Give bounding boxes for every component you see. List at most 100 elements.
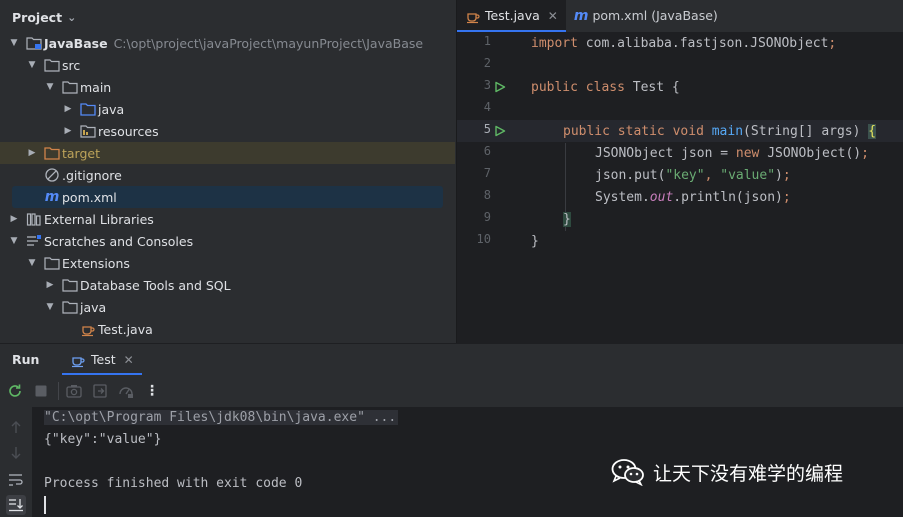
code-token: void bbox=[672, 124, 704, 139]
console-line-exit: Process finished with exit code 0 bbox=[44, 476, 303, 491]
code-token: "key" bbox=[665, 168, 705, 183]
chevron-right-icon[interactable]: ▶ bbox=[26, 142, 38, 164]
arrow-down-icon[interactable] bbox=[6, 443, 26, 463]
code-token: public bbox=[563, 124, 610, 139]
module-folder-icon bbox=[26, 35, 42, 51]
run-tab-label: Test bbox=[91, 352, 116, 367]
line-number: 10 bbox=[476, 232, 491, 246]
tree-node-label: JavaBase bbox=[44, 35, 108, 51]
tree-node-database-tools[interactable]: ▶ Database Tools and SQL bbox=[0, 274, 455, 296]
chevron-down-icon[interactable]: ▼ bbox=[8, 230, 20, 252]
editor-tab-test-java[interactable]: Test.java ✕ bbox=[457, 0, 566, 32]
tree-node-pom-xml[interactable]: m pom.xml bbox=[12, 186, 443, 208]
code-token: com.alibaba.fastjson.JSONObject bbox=[577, 36, 829, 51]
code-token: new bbox=[735, 146, 760, 161]
line-number: 5 bbox=[483, 122, 491, 136]
profiler-icon[interactable] bbox=[115, 380, 137, 402]
camera-icon[interactable] bbox=[63, 380, 85, 402]
line-number: 1 bbox=[483, 34, 491, 48]
code-token: ; bbox=[828, 36, 837, 51]
code-token: System. bbox=[595, 190, 650, 205]
code-area[interactable]: import com.alibaba.fastjson.JSONObject; … bbox=[531, 33, 903, 343]
tree-node-label: java bbox=[80, 299, 107, 315]
rerun-icon[interactable] bbox=[4, 380, 26, 402]
project-view-selector[interactable]: Project ⌄ bbox=[0, 0, 455, 34]
line-number: 2 bbox=[483, 56, 491, 70]
code-token: Test { bbox=[624, 80, 680, 95]
code-token: public bbox=[531, 80, 578, 95]
run-main-icon[interactable] bbox=[494, 125, 506, 137]
source-folder-icon bbox=[80, 101, 96, 117]
code-token: } bbox=[531, 234, 539, 249]
close-icon[interactable]: ✕ bbox=[124, 353, 134, 367]
close-icon[interactable]: ✕ bbox=[548, 9, 558, 23]
chevron-down-icon[interactable]: ▼ bbox=[44, 296, 56, 318]
chevron-down-icon: ⌄ bbox=[67, 10, 77, 24]
code-token: import bbox=[531, 36, 578, 51]
code-line-10: } bbox=[531, 231, 539, 253]
run-tab-test[interactable]: Test ✕ bbox=[62, 344, 142, 375]
run-side-toolbar bbox=[0, 407, 32, 517]
code-token: json.put( bbox=[595, 168, 666, 183]
tree-node-label: main bbox=[80, 79, 112, 95]
run-class-icon[interactable] bbox=[494, 81, 506, 93]
stop-icon[interactable] bbox=[30, 380, 52, 402]
code-line-8: System.out.println(json); bbox=[595, 187, 791, 209]
code-token: JSONObject json = bbox=[595, 146, 736, 161]
chevron-down-icon[interactable]: ▼ bbox=[8, 32, 20, 54]
code-token: ; bbox=[861, 146, 869, 161]
tree-node-scratches[interactable]: ▼ Scratches and Consoles bbox=[0, 230, 455, 252]
code-token: } bbox=[563, 212, 571, 227]
code-token: (String[] args) bbox=[743, 124, 869, 139]
code-token: out bbox=[649, 190, 674, 205]
tab-label: Test.java bbox=[485, 8, 540, 23]
tree-node-gitignore[interactable]: .gitignore bbox=[0, 164, 455, 186]
code-line-3: public class Test { bbox=[531, 77, 680, 99]
restore-layout-icon[interactable] bbox=[89, 380, 111, 402]
code-line-1: import com.alibaba.fastjson.JSONObject; bbox=[531, 33, 836, 55]
code-token: JSONObject() bbox=[759, 146, 862, 161]
tree-node-label: Extensions bbox=[62, 255, 130, 271]
chevron-right-icon[interactable]: ▶ bbox=[62, 120, 74, 142]
watermark: 让天下没有难学的编程 bbox=[611, 458, 843, 486]
run-tool-window: Run Test ✕ ⋮ "C:\opt\Program Files\jdk08… bbox=[0, 343, 903, 517]
java-file-icon bbox=[80, 321, 96, 337]
folder-icon bbox=[62, 79, 78, 95]
code-token: ; bbox=[782, 190, 791, 205]
tree-node-java-extension[interactable]: ▼ java bbox=[0, 296, 455, 318]
chevron-right-icon[interactable]: ▶ bbox=[62, 98, 74, 120]
tab-label: pom.xml (JavaBase) bbox=[592, 8, 718, 23]
more-options-icon[interactable]: ⋮ bbox=[141, 380, 163, 402]
code-token: .println(json) bbox=[673, 190, 783, 205]
console-caret bbox=[44, 496, 46, 514]
line-number: 6 bbox=[483, 144, 491, 158]
chevron-down-icon[interactable]: ▼ bbox=[26, 54, 38, 76]
chevron-down-icon[interactable]: ▼ bbox=[44, 76, 56, 98]
tree-node-main[interactable]: ▼ main bbox=[0, 76, 455, 98]
folder-icon bbox=[62, 277, 78, 293]
tree-node-src[interactable]: ▼ src bbox=[0, 54, 455, 76]
console-command[interactable]: "C:\opt\Program Files\jdk08\bin\java.exe… bbox=[44, 410, 399, 425]
chevron-right-icon[interactable]: ▶ bbox=[8, 208, 20, 230]
wechat-icon bbox=[611, 458, 645, 486]
tree-node-extensions[interactable]: ▼ Extensions bbox=[0, 252, 455, 274]
scroll-to-end-icon[interactable] bbox=[6, 495, 26, 515]
tree-node-javabase[interactable]: ▼ JavaBase C:\opt\project\javaProject\ma… bbox=[0, 32, 455, 54]
code-token: main bbox=[711, 124, 744, 139]
tree-node-target[interactable]: ▶ target bbox=[0, 142, 455, 164]
tree-node-test-java[interactable]: Test.java bbox=[0, 318, 455, 340]
chevron-down-icon[interactable]: ▼ bbox=[26, 252, 38, 274]
editor-tab-pom-xml[interactable]: m pom.xml (JavaBase) bbox=[566, 0, 726, 32]
arrow-up-icon[interactable] bbox=[6, 417, 26, 437]
tree-node-label: .gitignore bbox=[62, 167, 122, 183]
soft-wrap-icon[interactable] bbox=[6, 470, 26, 490]
chevron-right-icon[interactable]: ▶ bbox=[44, 274, 56, 296]
tree-node-resources[interactable]: ▶ resources bbox=[0, 120, 455, 142]
watermark-text: 让天下没有难学的编程 bbox=[653, 462, 844, 485]
folder-icon bbox=[44, 57, 60, 73]
tree-node-java-source[interactable]: ▶ java bbox=[0, 98, 455, 120]
line-number: 3 bbox=[483, 78, 491, 92]
code-token: ) bbox=[775, 168, 783, 183]
tree-node-external-libraries[interactable]: ▶ External Libraries bbox=[0, 208, 455, 230]
tree-node-path: C:\opt\project\javaProject\mayunProject\… bbox=[113, 35, 424, 51]
